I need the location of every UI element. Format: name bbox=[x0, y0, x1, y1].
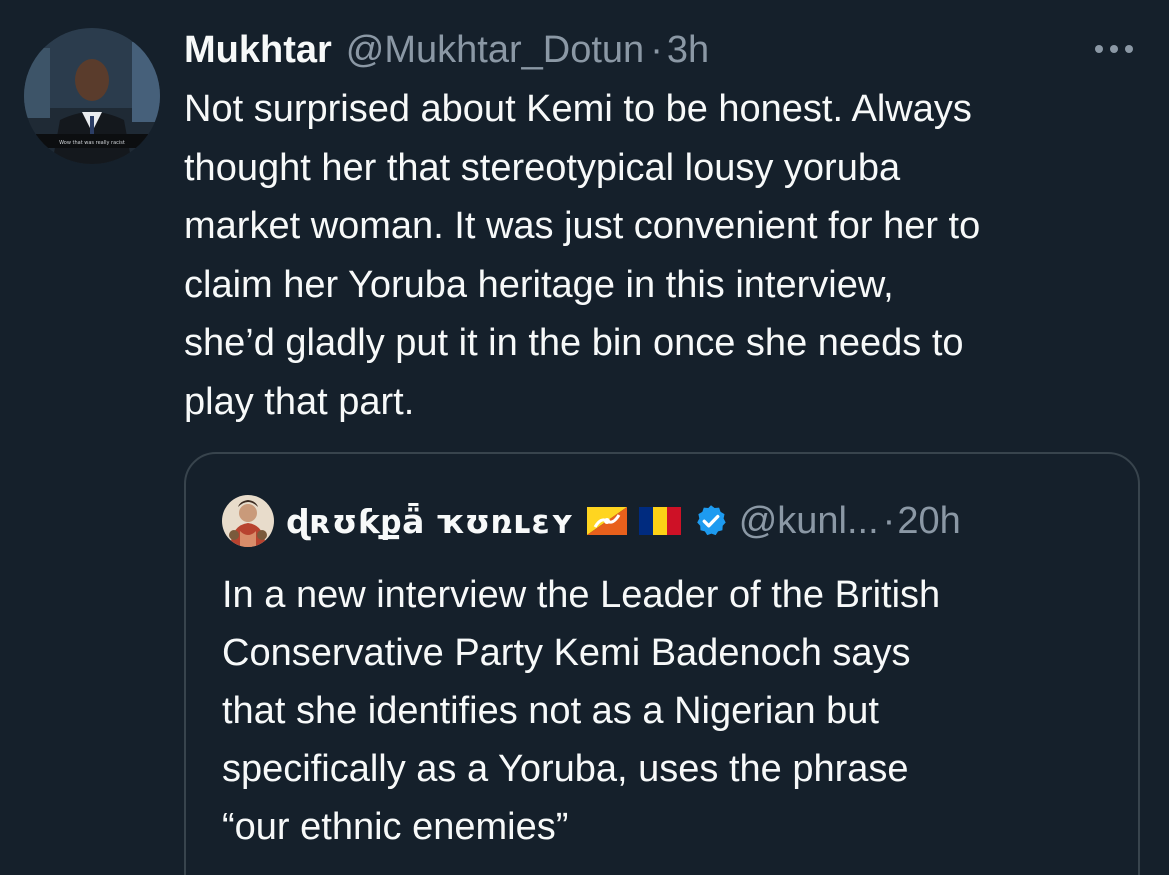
avatar-caption: Wow that was really racist bbox=[59, 140, 125, 146]
author-avatar[interactable]: Wow that was really racist bbox=[24, 28, 160, 164]
quoted-separator-dot: · bbox=[882, 499, 896, 542]
quoted-author-handle[interactable]: @kunl... bbox=[739, 500, 879, 543]
author-handle[interactable]: @Mukhtar_Dotun bbox=[346, 24, 644, 76]
romania-flag-icon bbox=[638, 507, 681, 535]
verified-badge-icon bbox=[693, 503, 729, 539]
bhutan-flag-icon bbox=[586, 507, 627, 535]
tweet-header: Mukhtar @Mukhtar_Dotun · 3h bbox=[184, 24, 709, 76]
tweet-timestamp[interactable]: 3h bbox=[667, 24, 709, 76]
quoted-author-avatar[interactable] bbox=[222, 495, 274, 547]
separator-dot: · bbox=[650, 29, 663, 71]
quoted-tweet-timestamp[interactable]: 20h bbox=[897, 500, 960, 543]
more-options-button[interactable] bbox=[1091, 34, 1137, 64]
author-name[interactable]: Mukhtar bbox=[184, 24, 332, 76]
quoted-tweet-text: In a new interview the Leader of the Bri… bbox=[222, 574, 941, 848]
quoted-tweet-header: ɖʀʊƙքǟ ҡʊռʟɛʏ @kunl... · 20h bbox=[222, 490, 961, 552]
more-dots-icon bbox=[1095, 45, 1133, 53]
quoted-tweet-card[interactable]: ɖʀʊƙքǟ ҡʊռʟɛʏ @kunl... · 20h In a new in… bbox=[184, 452, 1140, 875]
quoted-author-name[interactable]: ɖʀʊƙքǟ ҡʊռʟɛʏ bbox=[286, 502, 575, 541]
tweet-text: Not surprised about Kemi to be honest. A… bbox=[184, 88, 981, 423]
